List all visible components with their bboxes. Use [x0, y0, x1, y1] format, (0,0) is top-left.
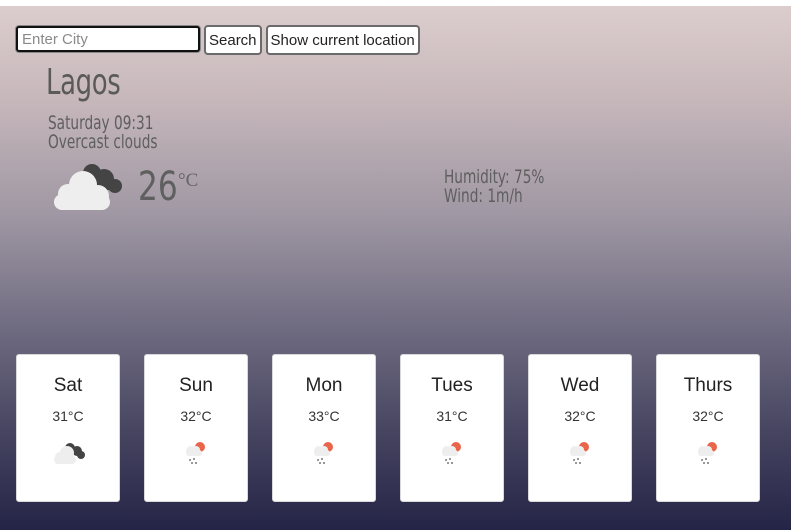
weather-details: Humidity: 75% Wind: 1m/h	[444, 168, 544, 206]
forecast-temp: 31°C	[436, 408, 468, 424]
forecast-card: Mon 33°C	[272, 354, 376, 502]
forecast-day: Sun	[179, 375, 213, 396]
sun-rain-icon	[314, 442, 333, 464]
sun-rain-icon	[698, 442, 717, 464]
forecast-card: Thurs 32°C	[656, 354, 760, 502]
forecast-card: Wed 32°C	[528, 354, 632, 502]
forecast-day: Tues	[431, 375, 473, 396]
search-bar: Search Show current location	[16, 25, 420, 55]
sun-rain-icon	[570, 442, 589, 464]
current-meta: Saturday 09:31 Overcast clouds	[48, 114, 158, 152]
temperature-unit: °C	[178, 170, 199, 191]
overcast-clouds-icon	[54, 164, 122, 210]
forecast-day: Sat	[53, 375, 83, 396]
forecast-temp: 32°C	[564, 408, 596, 424]
weather-app: Search Show current location Lagos Satur…	[0, 6, 791, 530]
forecast-temp: 32°C	[180, 408, 212, 424]
sun-rain-icon	[442, 442, 461, 464]
forecast-day: Mon	[305, 375, 343, 396]
current-temperature: 26	[138, 164, 178, 210]
forecast-row: Sat 31°C Sun 32°C Mon 33°C Tues 31°C Wed…	[16, 354, 760, 502]
forecast-day: Wed	[560, 375, 600, 396]
forecast-card: Tues 31°C	[400, 354, 504, 502]
city-name: Lagos	[46, 62, 121, 103]
current-location-button[interactable]: Show current location	[265, 25, 420, 55]
forecast-temp: 31°C	[52, 408, 84, 424]
city-search-input[interactable]	[16, 26, 200, 52]
weather-description: Overcast clouds	[48, 131, 158, 153]
forecast-day: Thurs	[683, 375, 733, 396]
wind-value: Wind: 1m/h	[444, 185, 523, 207]
forecast-card: Sun 32°C	[144, 354, 248, 502]
forecast-card: Sat 31°C	[16, 354, 120, 502]
forecast-temp: 32°C	[692, 408, 724, 424]
forecast-temp: 33°C	[308, 408, 340, 424]
sun-rain-icon	[186, 442, 205, 464]
search-button[interactable]: Search	[204, 25, 262, 55]
overcast-clouds-icon	[54, 443, 85, 464]
